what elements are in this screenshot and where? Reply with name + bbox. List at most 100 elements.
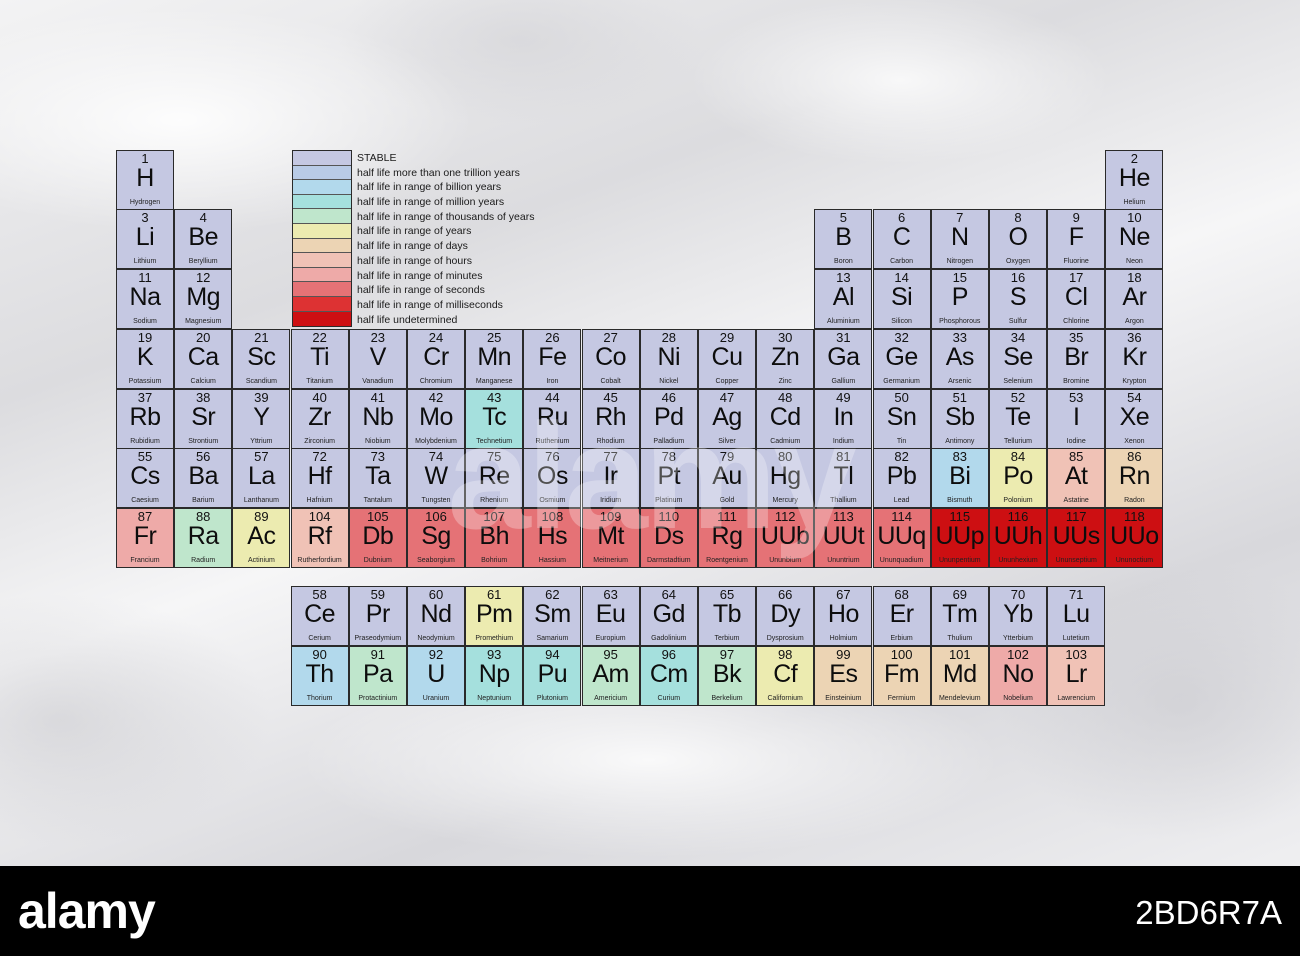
element-name: Cerium [308, 635, 331, 642]
element-name: Praseodymium [354, 635, 402, 642]
element-cell-rb: 37 Rb Rubidium [116, 389, 174, 449]
element-name: Xenon [1124, 438, 1145, 445]
element-cell-uut: 113 UUt Ununtrium [814, 508, 873, 568]
element-cell-nb: 41 Nb Niobium [348, 389, 407, 449]
element-cell-lr: 103 Lr Lawrencium [1047, 646, 1106, 706]
element-cell-sg: 106 Sg Seaborgium [407, 508, 465, 568]
element-symbol: Be [188, 223, 218, 251]
element-name: Americium [594, 695, 628, 702]
element-cell-he: 2 He Helium [1105, 150, 1164, 210]
element-cell-o: 8 O Oxygen [989, 209, 1047, 269]
element-name: Nitrogen [946, 258, 974, 265]
element-cell-sr: 38 Sr Strontium [174, 389, 233, 449]
element-symbol: Te [1005, 403, 1031, 431]
element-symbol: N [951, 223, 969, 251]
element-symbol: I [1072, 403, 1080, 431]
element-symbol: F [1068, 223, 1084, 251]
element-name: Polonium [1003, 497, 1033, 504]
element-symbol: Cu [711, 343, 743, 371]
legend-swatch [293, 311, 351, 327]
element-name: Radium [191, 557, 216, 564]
element-symbol: V [369, 343, 387, 371]
legend-label: STABLE [357, 152, 397, 164]
element-cell-bk: 97 Bk Berkelium [698, 646, 756, 706]
element-name: Neon [1126, 258, 1143, 265]
element-symbol: Cm [649, 660, 688, 688]
element-name: Neptunium [477, 695, 512, 702]
element-name: Thallium [830, 497, 857, 504]
element-name: Chlorine [1063, 318, 1090, 325]
element-name: Meitnerium [593, 557, 628, 564]
element-symbol: UUs [1052, 522, 1101, 550]
element-symbol: Re [478, 462, 510, 490]
legend-label: half life undetermined [357, 313, 458, 326]
element-name: Carbon [890, 258, 914, 265]
element-symbol: Cr [423, 343, 449, 371]
element-name: Ruthenium [535, 438, 570, 445]
element-name: Zinc [778, 378, 792, 385]
element-symbol: Er [889, 600, 915, 628]
element-symbol: Md [942, 660, 977, 688]
element-symbol: Cf [773, 660, 798, 688]
element-name: Gallium [831, 378, 856, 385]
legend-label: half life in range of seconds [357, 284, 485, 297]
element-symbol: Ca [187, 343, 219, 371]
element-name: Barium [192, 497, 215, 504]
element-name: Samarium [536, 635, 569, 642]
element-name: Actinium [247, 557, 275, 564]
element-name: Plutonium [536, 695, 568, 702]
element-name: Oxygen [1005, 258, 1031, 265]
element-symbol: UUh [993, 522, 1043, 550]
element-name: Chromium [419, 378, 453, 385]
element-symbol: Co [595, 343, 627, 371]
element-name: Iodine [1066, 438, 1086, 445]
element-cell-uup: 115 UUp Ununpentium [930, 508, 989, 568]
element-cell-cs: 55 Cs Caesium [116, 448, 174, 508]
element-name: Beryllium [188, 258, 218, 265]
element-symbol: Lu [1062, 600, 1090, 628]
element-cell-pa: 91 Pa Protactinium [348, 646, 407, 706]
element-name: Fluorine [1063, 258, 1089, 265]
element-symbol: Ta [365, 462, 391, 490]
element-symbol: Pm [475, 600, 513, 628]
element-symbol: Ds [654, 522, 684, 550]
element-name: Mercury [772, 497, 798, 504]
element-symbol: Hf [307, 462, 333, 490]
element-symbol: U [427, 660, 445, 688]
element-name: Lawrencium [1057, 695, 1096, 702]
element-symbol: Rf [307, 522, 333, 550]
element-cell-pr: 59 Pr Praseodymium [348, 586, 407, 646]
element-symbol: Ar [1122, 283, 1147, 311]
element-symbol: B [835, 223, 852, 251]
element-name: Vanadium [362, 378, 394, 385]
element-cell-in: 49 In Indium [814, 389, 873, 449]
element-symbol: UUt [822, 522, 865, 550]
element-symbol: Nb [362, 403, 394, 431]
element-cell-ho: 67 Ho Holmium [814, 586, 873, 646]
element-name: Gadolinium [651, 635, 687, 642]
element-cell-al: 13 Al Aluminium [814, 269, 873, 329]
element-symbol: Mn [477, 343, 512, 371]
element-symbol: Br [1064, 343, 1089, 371]
element-symbol: Eu [595, 600, 626, 628]
legend-swatch [293, 267, 351, 283]
element-symbol: Pt [657, 462, 681, 490]
element-cell-cf: 98 Cf Californium [756, 646, 815, 706]
element-name: Rhenium [480, 497, 509, 504]
element-name: Manganese [475, 378, 513, 385]
element-name: Ununbium [769, 557, 802, 564]
element-symbol: Pd [654, 403, 684, 431]
element-symbol: Fr [133, 522, 157, 550]
element-cell-tc: 43 Tc Technetium [465, 389, 524, 449]
element-symbol: Cd [769, 403, 801, 431]
element-name: Niobium [364, 438, 391, 445]
element-name: Caesium [131, 497, 159, 504]
element-name: Silver [718, 438, 736, 445]
legend-label: half life in range of years [357, 225, 472, 238]
element-symbol: S [1009, 283, 1027, 311]
element-name: Curium [657, 695, 681, 702]
element-cell-bi: 83 Bi Bismuth [930, 448, 989, 508]
element-name: Copper [715, 378, 739, 385]
element-cell-i: 53 I Iodine [1047, 389, 1106, 449]
element-cell-k: 19 K Potassium [116, 329, 174, 389]
